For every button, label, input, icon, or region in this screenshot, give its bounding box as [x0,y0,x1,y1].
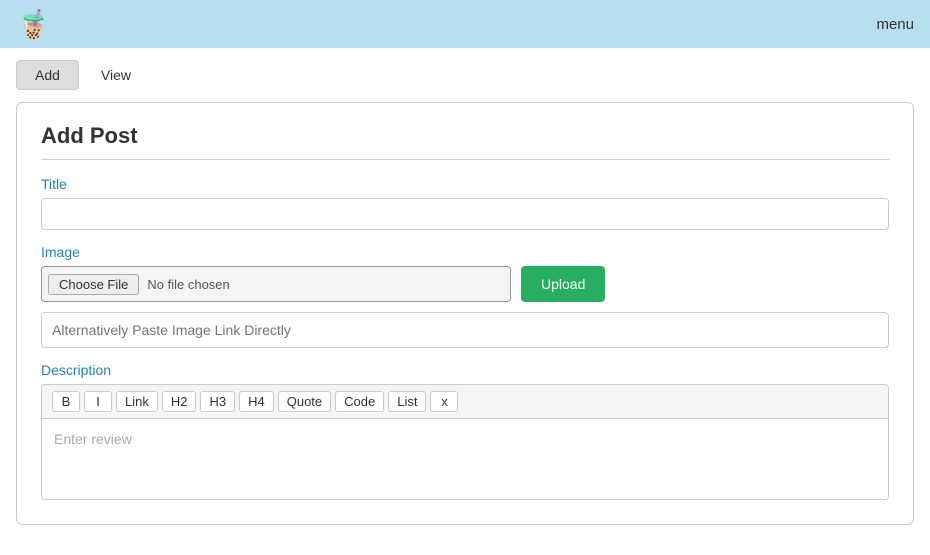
editor-toolbar: BILinkH2H3H4QuoteCodeListx [42,385,888,419]
form-container: Add Post Title Image Choose File No file… [16,102,914,525]
menu-button[interactable]: menu [876,16,914,33]
divider [41,159,889,160]
nav-tabs: Add View [0,48,930,90]
description-label: Description [41,362,889,378]
tab-add[interactable]: Add [16,60,79,90]
no-file-label: No file chosen [147,277,229,292]
toolbar-btn-b[interactable]: B [52,391,80,412]
title-input[interactable] [41,198,889,230]
image-label: Image [41,244,889,260]
toolbar-btn-h3[interactable]: H3 [200,391,235,412]
image-row: Choose File No file chosen Upload [41,266,889,302]
image-link-input[interactable] [41,312,889,348]
toolbar-btn-h4[interactable]: H4 [239,391,274,412]
file-input-wrapper: Choose File No file chosen [41,266,511,302]
tab-view[interactable]: View [83,61,149,89]
toolbar-btn-x[interactable]: x [430,391,458,412]
upload-button[interactable]: Upload [521,266,605,302]
form-title: Add Post [41,123,889,149]
choose-file-button[interactable]: Choose File [48,274,139,295]
header: 🧋 menu [0,0,930,48]
editor-textarea[interactable]: Enter review [42,419,888,499]
toolbar-btn-list[interactable]: List [388,391,426,412]
toolbar-btn-h2[interactable]: H2 [162,391,197,412]
editor-container: BILinkH2H3H4QuoteCodeListx Enter review [41,384,889,500]
app-logo: 🧋 [16,8,51,41]
title-label: Title [41,176,889,192]
toolbar-btn-code[interactable]: Code [335,391,384,412]
toolbar-btn-i[interactable]: I [84,391,112,412]
toolbar-btn-quote[interactable]: Quote [278,391,331,412]
toolbar-btn-link[interactable]: Link [116,391,158,412]
